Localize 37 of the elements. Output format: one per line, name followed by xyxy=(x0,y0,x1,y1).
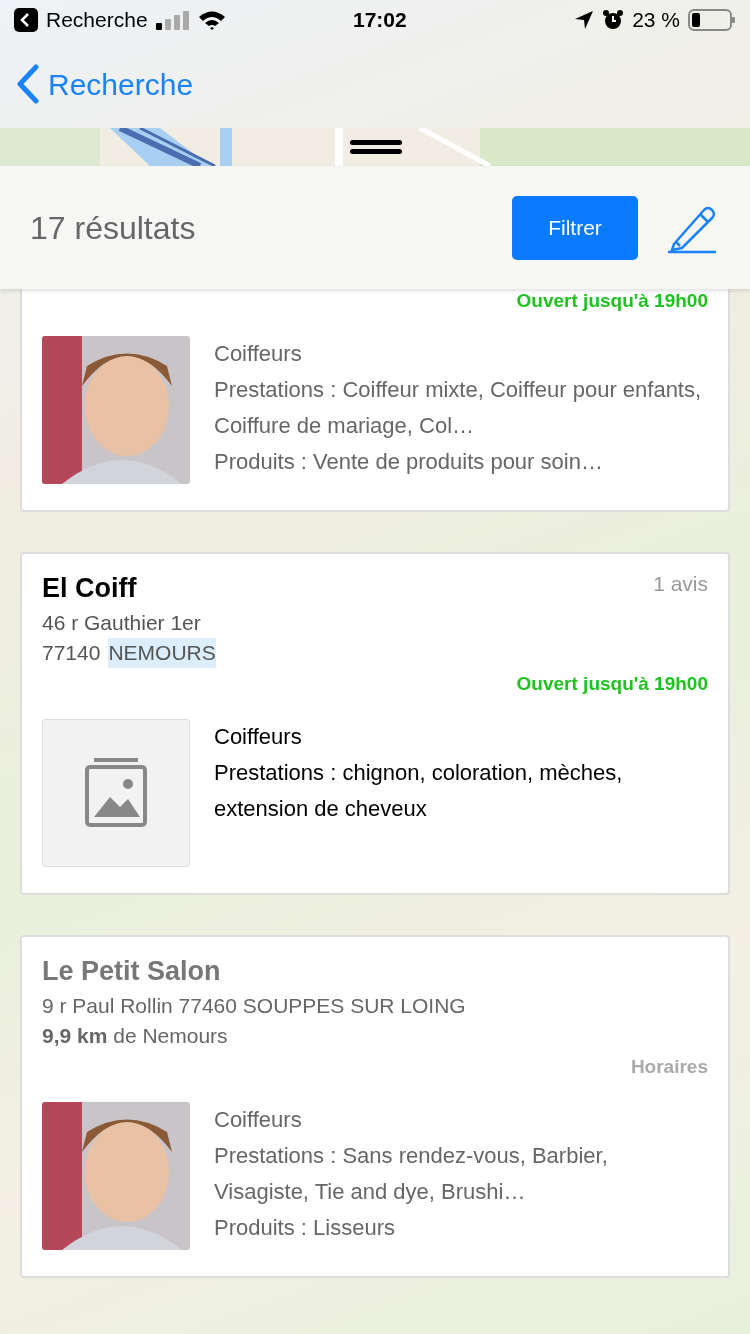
result-card[interactable]: Ouvert jusqu'à 19h00 Coiffeurs Prestations : Coiffeur mixte, Coiffeur pour enfants, Coiffure de mariage, Col… Produits : Vente de produits pour soin… xyxy=(20,287,730,512)
result-card[interactable]: El Coiff 1 avis 46 r Gauthier 1er 77140 NEMOURS Ouvert jusqu'à 19h00 Coiffeurs Prestations : chignon, coloration, mèches, extension de cheveux xyxy=(20,551,730,895)
back-app-icon xyxy=(14,8,38,32)
location-arrow-icon xyxy=(574,10,595,30)
drag-handle-icon xyxy=(350,139,402,155)
clock: 17:02 xyxy=(352,7,408,34)
city-name: NEMOURS xyxy=(108,638,216,668)
category-label: Coiffeurs xyxy=(214,722,303,751)
address-line: 46 r Gauthier 1er xyxy=(42,610,202,636)
detail-text: Prestations : chignon, coloration, mèches, extension de cheveux xyxy=(214,758,624,823)
address-line: 9 r Paul Rollin 77460 SOUPPES SUR LOING xyxy=(42,993,467,1019)
opening-status: Ouvert jusqu'à 19h00 xyxy=(515,672,708,696)
result-card[interactable]: Le Petit Salon 9 r Paul Rollin 77460 SOUPPES SUR LOING 9,9 km de Nemours Horaires Coiffeurs Prestations : Sans rendez-vous, Barbier, Visagiste, Tie and dye, Brushi… Produits : Lisseurs xyxy=(20,934,730,1278)
wifi-icon xyxy=(197,10,226,30)
battery-icon xyxy=(688,9,736,31)
detail-text: Produits : Vente de produits pour soin… xyxy=(214,447,604,476)
back-link[interactable]: Recherche xyxy=(16,61,194,107)
category-label: Coiffeurs xyxy=(214,339,303,368)
distance-text: 9,9 km de Nemours xyxy=(42,1023,229,1049)
category-label: Coiffeurs xyxy=(214,1105,303,1134)
business-name: El Coiff xyxy=(42,571,137,605)
result-count: 17 résultats xyxy=(30,208,197,248)
opening-status: Ouvert jusqu'à 19h00 xyxy=(515,289,708,313)
signal-icon xyxy=(155,10,190,30)
business-name: Le Petit Salon xyxy=(42,954,221,988)
image-placeholder-icon xyxy=(84,756,148,829)
alarm-icon xyxy=(602,9,625,31)
back-chevron-icon xyxy=(16,64,40,104)
back-app-label[interactable]: Recherche xyxy=(46,4,148,36)
opening-status: Horaires xyxy=(629,1055,708,1079)
detail-text: Produits : Lisseurs xyxy=(214,1213,396,1242)
battery-percent: 23 % xyxy=(632,7,680,34)
postcode: 77140 xyxy=(42,640,101,666)
filter-button[interactable]: Filtrer xyxy=(512,195,638,260)
detail-text: Prestations : Sans rendez-vous, Barbier, Visagiste, Tie and dye, Brushi… xyxy=(214,1141,609,1206)
review-count: 1 avis xyxy=(653,570,708,597)
detail-text: Prestations : Coiffeur mixte, Coiffeur pour enfants, Coiffure de mariage, Col… xyxy=(214,375,703,440)
